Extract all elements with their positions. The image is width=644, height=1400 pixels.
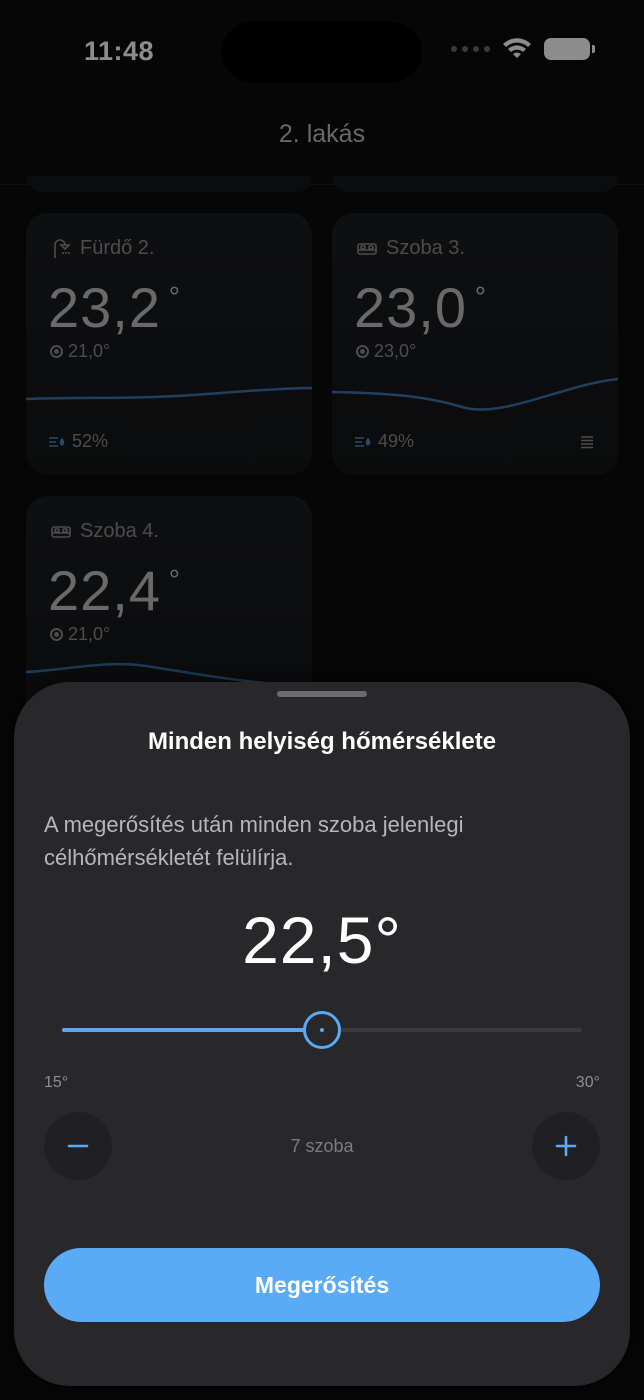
sheet-title: Minden helyiség hőmérséklete xyxy=(147,728,497,755)
temperature-slider[interactable] xyxy=(62,1010,582,1050)
slider-max-label: 30° xyxy=(575,1074,600,1091)
bottom-sheet: Minden helyiség hőmérséklete A megerősít… xyxy=(14,682,630,1386)
temperature-value: 22,5° xyxy=(242,903,402,977)
increase-button[interactable] xyxy=(532,1112,600,1180)
sheet-description: A megerősítés után minden szoba jelenleg… xyxy=(44,812,464,870)
slider-min-label: 15° xyxy=(44,1074,69,1091)
slider-fill xyxy=(62,1028,322,1032)
confirm-button[interactable]: Megerősítés xyxy=(44,1248,600,1322)
plus-icon xyxy=(555,1135,577,1157)
slider-thumb[interactable] xyxy=(303,1011,341,1049)
sheet-grabber[interactable] xyxy=(277,691,367,697)
